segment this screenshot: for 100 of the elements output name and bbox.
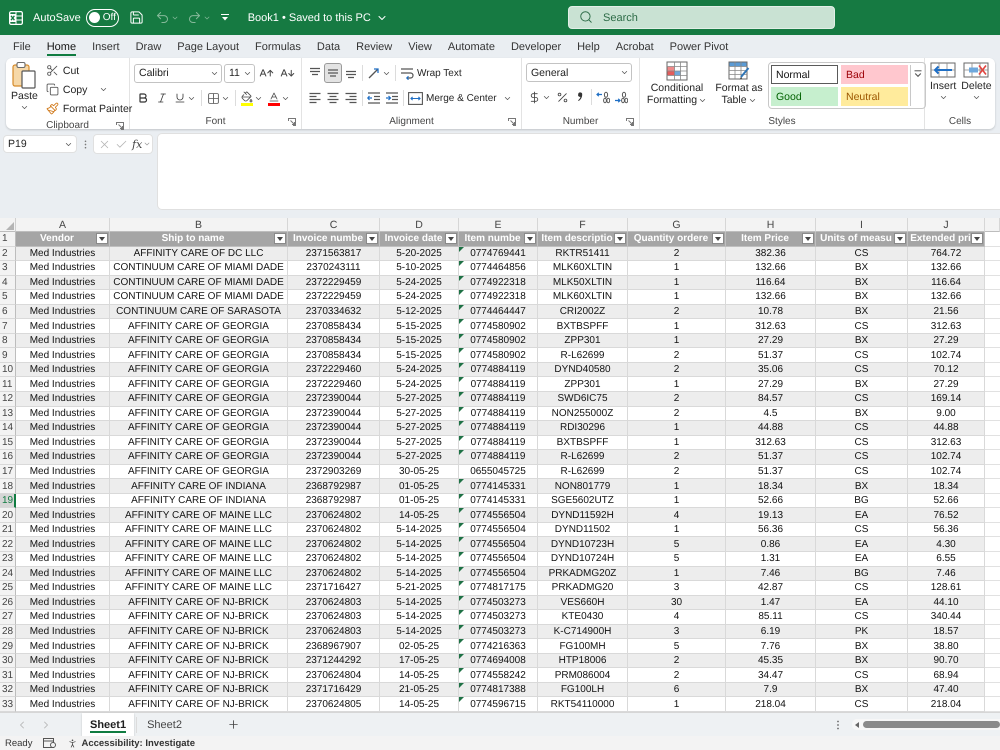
row-number[interactable]: 22 — [0, 537, 16, 552]
row-number[interactable]: 6 — [0, 304, 16, 320]
row-number[interactable]: 11 — [0, 377, 16, 392]
copy-button[interactable]: Copy — [44, 80, 134, 99]
row-number[interactable]: 33 — [0, 697, 16, 712]
row-number[interactable]: 12 — [0, 392, 16, 407]
column-header[interactable]: I — [816, 218, 908, 232]
cell-style-item[interactable]: Normal — [771, 65, 838, 84]
number-format-dropdown[interactable]: General — [526, 63, 632, 82]
row-number[interactable]: 16 — [0, 450, 16, 465]
row-number[interactable]: 4 — [0, 276, 16, 290]
filter-button[interactable] — [445, 233, 457, 244]
delete-cells-button[interactable]: Delete — [960, 60, 993, 102]
menu-tab[interactable]: Help — [569, 35, 608, 58]
formula-input-field[interactable] — [157, 133, 1000, 210]
row-number[interactable]: 23 — [0, 552, 16, 567]
row-number[interactable]: 24 — [0, 566, 16, 582]
row-number[interactable]: 27 — [0, 610, 16, 625]
row-number[interactable]: 25 — [0, 581, 16, 596]
menu-tab[interactable]: Automate — [440, 35, 503, 58]
row-number[interactable]: 9 — [0, 348, 16, 363]
filter-button[interactable] — [96, 233, 108, 244]
menu-tab[interactable]: Acrobat — [608, 35, 662, 58]
filter-button[interactable] — [894, 233, 906, 244]
row-number[interactable]: 18 — [0, 479, 16, 494]
column-header[interactable]: J — [908, 218, 985, 232]
row-number[interactable]: 31 — [0, 668, 16, 683]
wrap-text-button[interactable]: Wrap Text — [398, 63, 464, 83]
column-header[interactable]: F — [538, 218, 628, 232]
search-field[interactable]: Search — [568, 6, 835, 29]
format-as-table-button[interactable]: Format as Table — [712, 60, 766, 106]
column-header[interactable]: C — [288, 218, 380, 232]
horizontal-scrollbar[interactable] — [852, 719, 1000, 730]
filter-button[interactable] — [524, 233, 536, 244]
merge-center-button[interactable]: Merge & Center — [406, 88, 514, 108]
row-number[interactable]: 1 — [0, 232, 16, 247]
row-number[interactable]: 20 — [0, 508, 16, 523]
menu-tab[interactable]: Developer — [502, 35, 570, 58]
menu-tab[interactable]: Page Layout — [169, 35, 248, 58]
row-number[interactable]: 30 — [0, 654, 16, 668]
row-number[interactable]: 28 — [0, 624, 16, 640]
vertical-align-button[interactable] — [324, 63, 342, 83]
row-number[interactable]: 32 — [0, 682, 16, 698]
row-number[interactable]: 26 — [0, 596, 16, 610]
filter-button[interactable] — [970, 233, 983, 244]
menu-tab[interactable]: File — [5, 35, 39, 58]
dialog-launcher-icon[interactable] — [288, 118, 296, 126]
row-number[interactable]: 2 — [0, 246, 16, 262]
row-number[interactable]: 3 — [0, 261, 16, 276]
insert-cells-button[interactable]: Insert — [929, 60, 958, 102]
menu-tab[interactable]: Draw — [128, 35, 170, 58]
menu-tab[interactable]: Power Pivot — [662, 35, 736, 58]
scrollbar-thumb[interactable] — [863, 721, 1000, 728]
menu-tab[interactable]: Review — [348, 35, 400, 58]
filter-button[interactable] — [614, 233, 626, 244]
row-number[interactable]: 5 — [0, 290, 16, 305]
row-number[interactable]: 29 — [0, 639, 16, 654]
row-number[interactable]: 8 — [0, 334, 16, 348]
cut-button[interactable]: Cut — [44, 61, 134, 80]
row-number[interactable]: 7 — [0, 319, 16, 334]
name-box[interactable]: P19 — [3, 135, 77, 153]
cell-style-item[interactable]: Good — [771, 87, 838, 106]
row-number[interactable]: 15 — [0, 436, 16, 450]
menu-tab[interactable]: View — [400, 35, 440, 58]
row-number[interactable]: 19 — [0, 494, 16, 508]
dialog-launcher-icon[interactable] — [626, 118, 634, 126]
row-number[interactable]: 10 — [0, 362, 16, 378]
sheet-tab[interactable]: Sheet1 — [82, 713, 134, 736]
autosave-toggle[interactable]: Off — [86, 8, 119, 26]
font-size-dropdown[interactable]: 11 — [224, 64, 255, 82]
row-number[interactable]: 14 — [0, 421, 16, 436]
row-number[interactable]: 13 — [0, 406, 16, 422]
dialog-launcher-icon[interactable] — [116, 122, 124, 130]
cell-style-item[interactable]: Bad — [841, 65, 908, 84]
row-number[interactable]: 21 — [0, 522, 16, 538]
insert-function-button[interactable]: fx — [131, 138, 152, 150]
conditional-formatting-button[interactable]: Conditional Formatting — [644, 60, 710, 106]
column-header[interactable]: G — [628, 218, 726, 232]
dialog-launcher-icon[interactable] — [508, 118, 516, 126]
row-number[interactable]: 17 — [0, 464, 16, 480]
column-header[interactable]: D — [380, 218, 459, 232]
column-header[interactable]: A — [16, 218, 110, 232]
font-name-dropdown[interactable]: Calibri — [134, 64, 222, 82]
menu-tab[interactable]: Insert — [84, 35, 128, 58]
macro-recording-icon[interactable] — [43, 738, 56, 748]
column-header[interactable]: H — [726, 218, 816, 232]
filter-button[interactable] — [274, 233, 286, 244]
accessibility-button[interactable]: Accessibility: Investigate — [67, 738, 195, 748]
menu-tab[interactable]: Formulas — [247, 35, 309, 58]
menu-tab[interactable]: Data — [308, 35, 348, 58]
filter-button[interactable] — [366, 233, 378, 244]
filter-button[interactable] — [802, 233, 814, 244]
format-painter-button[interactable]: Format Painter — [44, 99, 134, 118]
cell-style-item[interactable]: Neutral — [841, 87, 908, 106]
column-header[interactable]: E — [459, 218, 538, 232]
document-title[interactable]: Book1 • Saved to this PC — [246, 12, 390, 24]
sheet-tab[interactable]: Sheet2 — [139, 713, 190, 736]
column-header[interactable]: B — [110, 218, 288, 232]
paste-button[interactable]: Paste — [10, 60, 39, 112]
filter-button[interactable] — [712, 233, 724, 244]
